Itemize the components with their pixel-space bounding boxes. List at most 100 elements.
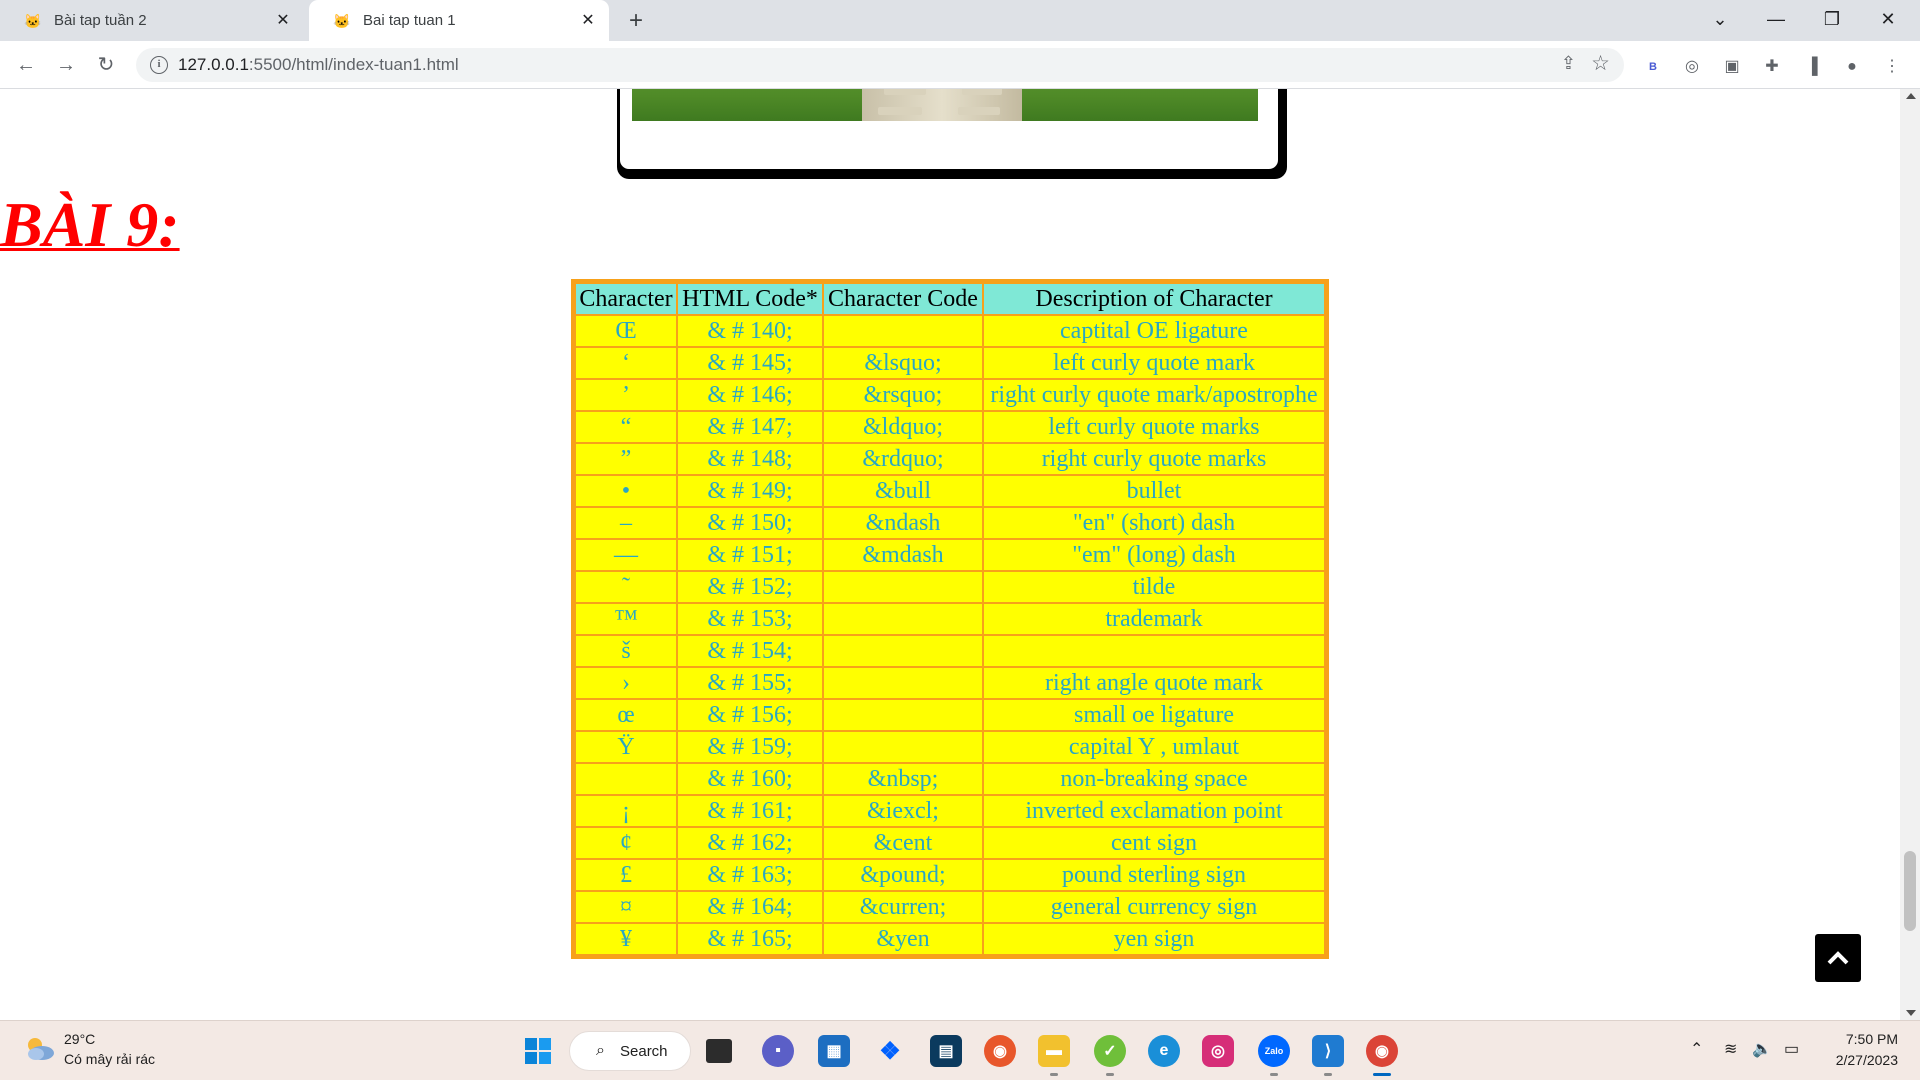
table-header-row: Character HTML Code* Character Code Desc… [576, 284, 1324, 314]
cell-character-code: &iexcl; [824, 796, 982, 826]
cell-character-code [824, 732, 982, 762]
show-hidden-icons-chevron-icon[interactable]: ⌃ [1690, 1039, 1703, 1059]
scroll-to-top-button[interactable] [1815, 934, 1861, 982]
start-icon[interactable] [522, 1035, 554, 1067]
scroll-down-arrow-icon[interactable] [1906, 1010, 1916, 1016]
store-icon[interactable]: ▦ [818, 1035, 850, 1067]
cell-html-code: & # 148; [678, 444, 822, 474]
volume-icon[interactable]: 🔈 [1752, 1039, 1772, 1059]
bookmark-star-icon[interactable]: ☆ [1591, 51, 1610, 76]
table-row: ¥ & # 165; &yen yen sign [576, 924, 1324, 954]
cell-html-code: & # 160; [678, 764, 822, 794]
cell-character: Œ [576, 316, 676, 346]
side-panel-icon[interactable]: ▐ [1800, 55, 1824, 79]
coccoc-icon[interactable]: ✓ [1094, 1035, 1126, 1067]
extension-screenshot-icon[interactable]: ◎ [1680, 55, 1704, 79]
cell-html-code: & # 154; [678, 636, 822, 666]
menu-kebab-icon[interactable]: ⋮ [1880, 55, 1904, 79]
profile-avatar-icon[interactable]: ● [1840, 55, 1864, 79]
weather-partly-cloudy-icon[interactable] [22, 1033, 56, 1063]
cell-description: yen sign [984, 924, 1324, 954]
address-bar[interactable]: i 127.0.0.1:5500/html/index-tuan1.html ⇪… [136, 48, 1624, 82]
cell-description: general currency sign [984, 892, 1324, 922]
restore-button[interactable]: ❐ [1804, 0, 1860, 41]
weather-description[interactable]: Có mây rải rác [64, 1051, 155, 1067]
table-row: œ & # 156; small oe ligature [576, 700, 1324, 730]
cell-character: ™ [576, 604, 676, 634]
cell-character-code [824, 572, 982, 602]
cell-html-code: & # 146; [678, 380, 822, 410]
tab-bai-tap-tuan-2[interactable]: 🐱 Bài tap tuần 2 ✕ [0, 0, 304, 41]
cell-html-code: & # 145; [678, 348, 822, 378]
taskbar-search-box[interactable]: ⌕ Search [569, 1031, 691, 1071]
cell-character-code: &curren; [824, 892, 982, 922]
extensions-puzzle-icon[interactable]: ✚ [1760, 55, 1784, 79]
cell-character-code [824, 636, 982, 666]
clock-date[interactable]: 2/27/2023 [1818, 1052, 1898, 1068]
close-tab-icon[interactable]: ✕ [274, 12, 292, 30]
running-indicator [1324, 1073, 1332, 1076]
terminal-icon[interactable]: ▤ [930, 1035, 962, 1067]
zalo-icon[interactable]: Zalo [1258, 1035, 1290, 1067]
forward-button[interactable]: → [52, 51, 80, 79]
cell-character: £ [576, 860, 676, 890]
table-row: Ÿ & # 159; capital Y , umlaut [576, 732, 1324, 762]
tab-favicon-icon: 🐱 [24, 12, 42, 29]
back-button[interactable]: ← [12, 51, 40, 79]
url-text[interactable]: 127.0.0.1:5500/html/index-tuan1.html [178, 55, 459, 75]
wifi-icon[interactable]: ≋ [1724, 1039, 1737, 1059]
cell-html-code: & # 164; [678, 892, 822, 922]
cell-character-code [824, 316, 982, 346]
weather-temperature[interactable]: 29°C [64, 1031, 95, 1047]
cell-description [984, 636, 1324, 666]
chrome-icon[interactable]: ◉ [1366, 1035, 1398, 1067]
file-explorer-icon[interactable]: ▬ [1038, 1035, 1070, 1067]
instagram-icon[interactable]: ◎ [1202, 1035, 1234, 1067]
cell-description: "en" (short) dash [984, 508, 1324, 538]
table-row: “& # 147; &ldquo; left curly quote marks [576, 412, 1324, 442]
active-indicator [1373, 1073, 1391, 1076]
tab-search-chevron-icon[interactable]: ⌄ [1692, 0, 1748, 41]
tab-bai-tap-tuan-1[interactable]: 🐱 Bai tap tuan 1 ✕ [309, 0, 609, 41]
extension-b-icon[interactable]: B [1641, 55, 1665, 79]
table-row: – & # 150; &ndash "en" (short) dash [576, 508, 1324, 538]
cell-character-code: &yen [824, 924, 982, 954]
edge-icon[interactable]: e [1148, 1035, 1180, 1067]
cell-character-code: &rsquo; [824, 380, 982, 410]
cell-description: "em" (long) dash [984, 540, 1324, 570]
battery-icon[interactable]: ▭ [1784, 1039, 1799, 1059]
cell-character: – [576, 508, 676, 538]
new-tab-button[interactable]: + [622, 8, 650, 36]
minimize-button[interactable]: — [1748, 0, 1804, 41]
table-body: Œ & # 140; captital OE ligature ‘& # 145; &l… [576, 316, 1324, 954]
cell-html-code: & # 161; [678, 796, 822, 826]
share-icon[interactable]: ⇪ [1561, 53, 1576, 74]
extension-profile-icon[interactable]: ▣ [1720, 55, 1744, 79]
column-header-html-code: HTML Code* [678, 284, 822, 314]
vscode-icon[interactable]: ⟩ [1312, 1035, 1344, 1067]
table-row: ¡ & # 161; &iexcl; inverted exclamation poi… [576, 796, 1324, 826]
table-row: š & # 154; [576, 636, 1324, 666]
site-info-icon[interactable]: i [150, 56, 168, 74]
cell-html-code: & # 155; [678, 668, 822, 698]
dropbox-icon[interactable]: ❖ [874, 1035, 906, 1067]
cell-description: right curly quote marks [984, 444, 1324, 474]
table-row: ™ & # 153; trademark [576, 604, 1324, 634]
scroll-up-arrow-icon[interactable] [1906, 93, 1916, 99]
tab-favicon-icon: 🐱 [333, 12, 351, 29]
cell-html-code: & # 162; [678, 828, 822, 858]
clock-time[interactable]: 7:50 PM [1838, 1031, 1898, 1047]
reload-button[interactable]: ↻ [92, 51, 120, 79]
teams-chat-icon[interactable]: ▪ [762, 1035, 794, 1067]
close-window-button[interactable]: ✕ [1860, 0, 1916, 41]
close-tab-icon[interactable]: ✕ [579, 12, 597, 30]
scrollbar-thumb[interactable] [1904, 851, 1916, 931]
cell-character-code: &rdquo; [824, 444, 982, 474]
page-scrollbar[interactable] [1900, 89, 1920, 1020]
cell-html-code: & # 153; [678, 604, 822, 634]
cell-character-code: &pound; [824, 860, 982, 890]
task-view-icon[interactable] [706, 1039, 732, 1063]
search-icon: ⌕ [596, 1042, 605, 1059]
firefox-icon[interactable]: ◉ [984, 1035, 1016, 1067]
cell-character: ’ [576, 380, 676, 410]
